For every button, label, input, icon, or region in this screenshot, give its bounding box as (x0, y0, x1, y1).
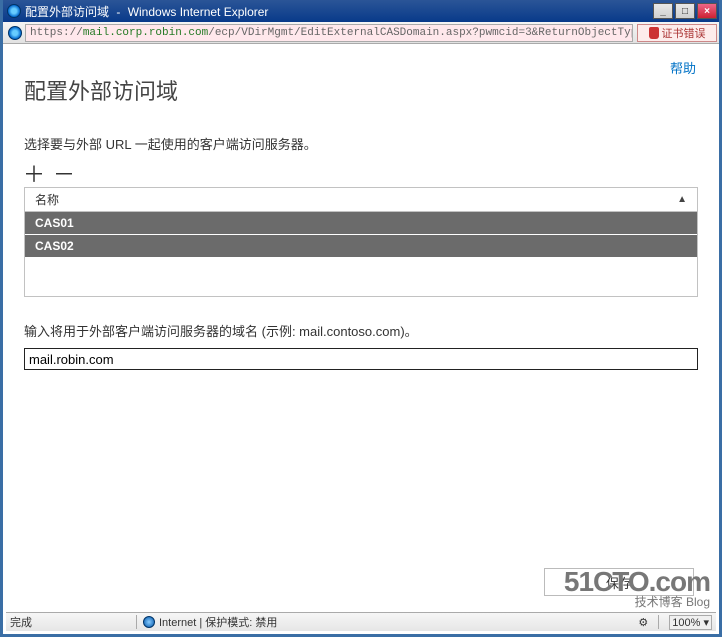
ie-icon (8, 26, 22, 40)
window-close-button[interactable]: × (697, 3, 717, 19)
title-doc: 配置外部访问域 (25, 5, 109, 19)
help-link[interactable]: 帮助 (670, 58, 696, 77)
ie-icon (7, 4, 21, 18)
statusbar-separator (658, 615, 659, 629)
url-path: /ecp/VDirMgmt/EditExternalCASDomain.aspx… (208, 27, 633, 39)
server-list-row[interactable]: CAS01 (25, 212, 697, 234)
url-field[interactable]: https://mail.corp.robin.com/ecp/VDirMgmt… (25, 24, 633, 42)
page-title: 配置外部访问域 (24, 74, 698, 106)
server-list-row[interactable]: CAS02 (25, 235, 697, 257)
server-list-body: CAS01CAS02 (25, 212, 697, 296)
external-domain-input[interactable] (24, 348, 698, 370)
address-bar: https://mail.corp.robin.com/ecp/VDirMgmt… (3, 22, 719, 44)
certificate-error-button[interactable]: 证书错误 (637, 24, 717, 42)
status-tools-icon[interactable]: ⚙ (638, 616, 648, 629)
status-bar: 完成 Internet | 保护模式: 禁用 ⚙ 100% ▾ (6, 612, 716, 631)
url-host: mail.corp.robin.com (83, 27, 208, 39)
statusbar-separator (136, 615, 137, 629)
domain-input-instruction: 输入将用于外部客户端访问服务器的域名 (示例: mail.contoso.com… (24, 321, 698, 340)
zoom-level-label: 100% (672, 617, 700, 629)
title-separator: - (113, 5, 124, 19)
watermark-line2: 技术博客 Blog (564, 596, 710, 608)
server-list: 名称 ▲ CAS01CAS02 (24, 187, 698, 297)
remove-server-button[interactable]: － (54, 163, 74, 183)
title-app: Windows Internet Explorer (128, 5, 269, 19)
url-prefix: https:// (30, 27, 83, 39)
chevron-down-icon: ▾ (703, 617, 709, 629)
zoom-level-button[interactable]: 100% ▾ (669, 615, 712, 630)
status-zone-label: Internet | 保护模式: 禁用 (159, 614, 277, 630)
internet-zone-icon (143, 616, 155, 628)
add-server-button[interactable]: ＋ (24, 163, 44, 183)
window-titlebar: 配置外部访问域 - Windows Internet Explorer _ □ … (3, 0, 719, 22)
shield-icon (649, 27, 659, 39)
content-area: 帮助 配置外部访问域 选择要与外部 URL 一起使用的客户端访问服务器。 ＋ －… (6, 44, 716, 612)
column-name-label: 名称 (35, 191, 59, 208)
sort-ascending-icon: ▲ (677, 194, 687, 205)
status-done-label: 完成 (10, 614, 130, 630)
window-maximize-button[interactable]: □ (675, 3, 695, 19)
window-minimize-button[interactable]: _ (653, 3, 673, 19)
window-title: 配置外部访问域 - Windows Internet Explorer (25, 3, 268, 20)
status-zone: Internet | 保护模式: 禁用 (143, 614, 277, 630)
server-list-header[interactable]: 名称 ▲ (25, 188, 697, 212)
server-select-instruction: 选择要与外部 URL 一起使用的客户端访问服务器。 (24, 134, 698, 153)
server-list-toolbar: ＋ － (24, 163, 698, 183)
certificate-error-label: 证书错误 (662, 25, 706, 41)
save-button[interactable]: 保存 (544, 568, 694, 596)
